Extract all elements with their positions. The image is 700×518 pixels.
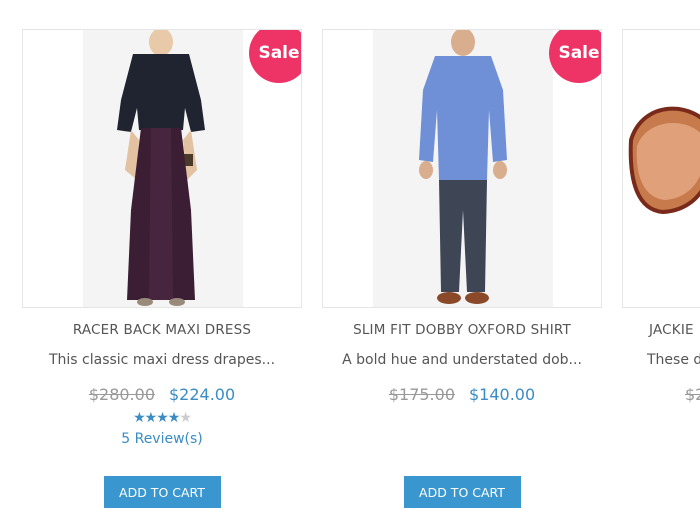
add-to-cart-button[interactable]: ADD TO CART xyxy=(103,476,221,508)
product-carousel: Sale RACER BACK MAXI DRESS This classic … xyxy=(0,0,700,518)
product-title[interactable]: SLIM FIT DOBBY OXFORD SHIRT xyxy=(322,322,602,338)
sale-price: $224.00 xyxy=(169,385,236,404)
product-image[interactable]: Sale xyxy=(22,29,302,308)
product-title[interactable]: JACKIE xyxy=(622,322,700,338)
add-to-cart-button[interactable]: ADD TO CART xyxy=(403,476,521,508)
sale-price: $140.00 xyxy=(469,385,536,404)
product-description: These d xyxy=(647,352,700,368)
old-price: $280.00 xyxy=(88,385,155,404)
star-icon: ★ xyxy=(167,410,181,426)
price-block: $280.00 $224.00 xyxy=(22,385,302,404)
product-card: Sale SLIM FIT DOBBY OXFORD SHIRT A bold … xyxy=(322,29,602,508)
product-card: JACKIE These d $2 xyxy=(622,29,700,404)
old-price: $2 xyxy=(685,385,700,404)
old-price: $175.00 xyxy=(388,385,455,404)
price-block: $175.00 $140.00 xyxy=(322,385,602,404)
product-description: A bold hue and understated dob... xyxy=(342,352,582,368)
star-empty-icon: ★ xyxy=(179,410,192,426)
product-image[interactable]: Sale xyxy=(322,29,602,308)
product-title[interactable]: RACER BACK MAXI DRESS xyxy=(22,322,302,338)
star-rating: ★★★★★ xyxy=(22,411,302,425)
product-card: Sale RACER BACK MAXI DRESS This classic … xyxy=(22,29,302,508)
price-block: $2 xyxy=(622,385,700,404)
product-description: This classic maxi dress drapes... xyxy=(48,352,276,368)
product-image[interactable] xyxy=(622,29,700,308)
star-icon: ★ xyxy=(133,410,146,426)
star-icon: ★ xyxy=(156,410,169,426)
sunglasses-image xyxy=(628,106,700,215)
reviews-link[interactable]: 5 Review(s) xyxy=(22,431,302,447)
star-icon: ★ xyxy=(144,410,158,426)
